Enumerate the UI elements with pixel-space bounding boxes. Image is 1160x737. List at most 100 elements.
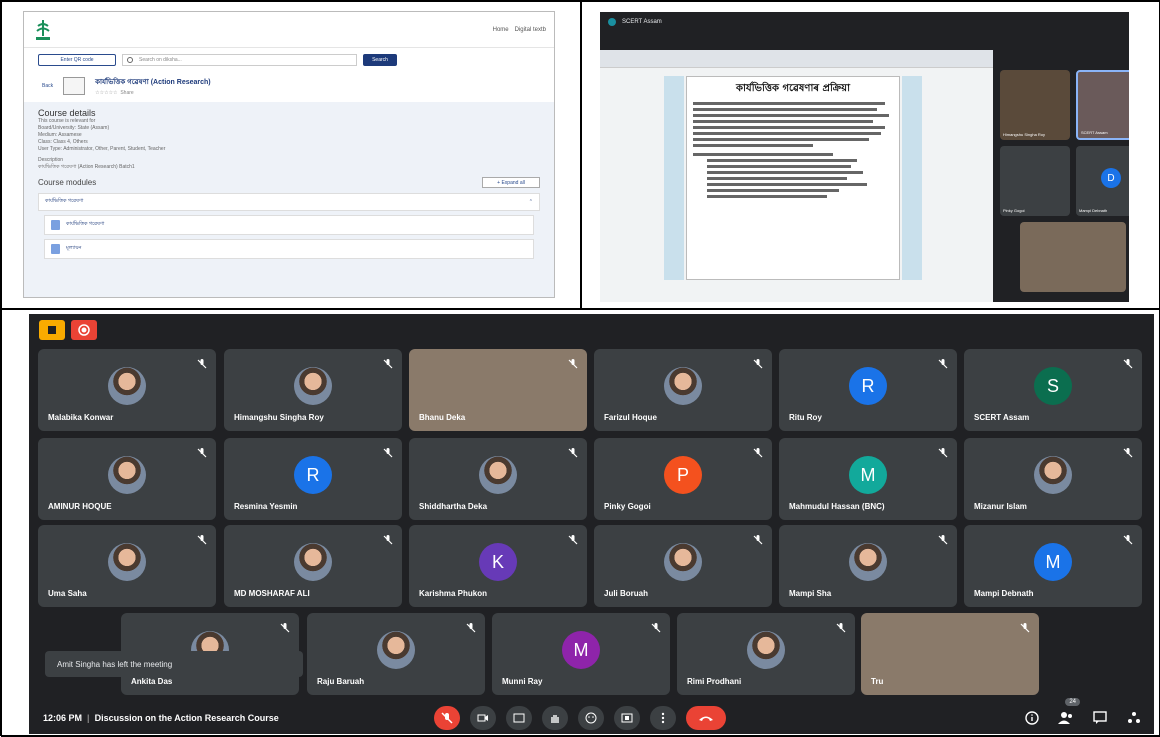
mic-muted-icon: [650, 621, 662, 633]
search-input[interactable]: Search on diksha...: [122, 54, 357, 66]
leave-call-button[interactable]: [686, 706, 726, 730]
captions-icon: [513, 713, 525, 723]
participant-tile[interactable]: S SCERT Assam: [964, 349, 1142, 431]
participant-tile[interactable]: Uma Saha: [38, 525, 216, 607]
participant-name: Mizanur Islam: [974, 502, 1027, 511]
avatar-initial: M: [1034, 543, 1072, 581]
class-text: Class: Class 4, Others: [38, 139, 88, 145]
more-options-button[interactable]: [650, 706, 676, 730]
hang-up-icon: [699, 716, 713, 721]
modules-header: Course modules + Expand all: [38, 177, 540, 188]
mic-muted-icon: [752, 446, 764, 458]
course-details: Course details This course is relevant f…: [24, 102, 554, 297]
activities-button[interactable]: [1124, 708, 1144, 728]
participant-tile: SCERT Assam: [1076, 70, 1129, 140]
module-label: কাৰ্যভিত্তিক গৱেষণা: [66, 221, 105, 227]
diksha-logo-icon[interactable]: [32, 18, 54, 42]
top-indicators: [39, 320, 97, 340]
participant-tile[interactable]: Mizanur Islam: [964, 438, 1142, 520]
activities-icon: [1128, 712, 1140, 723]
info-button[interactable]: [1022, 708, 1042, 728]
captions-button[interactable]: [506, 706, 532, 730]
camera-button[interactable]: [470, 706, 496, 730]
participant-tile[interactable]: Bhanu Deka: [409, 349, 587, 431]
description-label: Description: [38, 157, 64, 163]
participant-tile[interactable]: Farizul Hoque: [594, 349, 772, 431]
avatar: [915, 613, 985, 677]
mic-muted-icon: [1122, 357, 1134, 369]
participant-tile[interactable]: Tru: [861, 613, 1039, 695]
recording-icon[interactable]: [71, 320, 97, 340]
participant-name: Farizul Hoque: [604, 413, 657, 422]
module-accordion[interactable]: কাৰ্যভিত্তিক গৱেষণা ⌃: [38, 193, 540, 211]
meet-grid-window: Malabika Konwar Himangshu Singha Roy Bhanu…: [29, 314, 1154, 734]
participant-tile[interactable]: AMINUR HOQUE: [38, 438, 216, 520]
presenter-icon: [608, 18, 616, 26]
participant-tile[interactable]: Shiddhartha Deka: [409, 438, 587, 520]
document-title: কাৰ্যভিত্তিক গৱেষণাৰ প্ৰক্ৰিয়া: [736, 83, 850, 94]
search-button[interactable]: Search: [363, 54, 397, 66]
accordion-title: কাৰ্যভিত্তিক গৱেষণা: [45, 198, 84, 204]
participant-tile[interactable]: M Mampi Debnath: [964, 525, 1142, 607]
participant-tile[interactable]: MD MOSHARAF ALI: [224, 525, 402, 607]
mic-muted-icon: [279, 621, 291, 633]
participant-tile[interactable]: M Mahmudul Hassan (BNC): [779, 438, 957, 520]
participant-name: Himangshu Singha Roy: [1003, 132, 1046, 137]
mic-muted-icon: [1019, 621, 1031, 633]
back-button[interactable]: Back: [42, 83, 53, 89]
meet-presentation-panel: SCERT Assam কাৰ্যভিত্তিক গৱেষণাৰ প্ৰক্ৰি…: [581, 1, 1160, 309]
meet-header: SCERT Assam: [600, 12, 1129, 32]
participant-name: SCERT Assam: [1081, 130, 1108, 135]
avatar: [377, 631, 415, 669]
shared-document: কাৰ্যভিত্তিক গৱেষণাৰ প্ৰক্ৰিয়া: [686, 76, 900, 280]
emoji-button[interactable]: [578, 706, 604, 730]
participant-name: Mahmudul Hassan (BNC): [789, 502, 885, 511]
expand-all-button[interactable]: + Expand all: [482, 177, 540, 188]
more-vert-icon: [661, 712, 665, 724]
participant-tile[interactable]: Juli Boruah: [594, 525, 772, 607]
participant-tile[interactable]: Rimi Prodhani: [677, 613, 855, 695]
nav-home[interactable]: Home: [493, 27, 509, 33]
chat-button[interactable]: [1090, 708, 1110, 728]
mic-muted-icon: [752, 357, 764, 369]
rating-stars-icon: ☆☆☆☆☆: [95, 90, 118, 96]
mic-muted-icon: [196, 533, 208, 545]
participant-tile[interactable]: M Munni Ray: [492, 613, 670, 695]
side-controls: 24: [1022, 698, 1144, 728]
module-item[interactable]: মূল্যায়ন: [44, 239, 534, 259]
nav-digital-textbooks[interactable]: Digital textb: [515, 27, 546, 33]
avatar: [479, 456, 517, 494]
document-icon: [51, 220, 60, 230]
course-website: Home Digital textb Enter QR code Search …: [23, 11, 555, 298]
participant-name: Raju Baruah: [317, 677, 365, 686]
avatar: [1034, 456, 1072, 494]
participant-tile[interactable]: Malabika Konwar: [38, 349, 216, 431]
mic-off-button[interactable]: [434, 706, 460, 730]
search-placeholder: Search on diksha...: [139, 57, 182, 63]
participant-tile[interactable]: R Ritu Roy: [779, 349, 957, 431]
participant-initial: D: [1101, 168, 1121, 188]
meet-presentation-window: SCERT Assam কাৰ্যভিত্তিক গৱেষণাৰ প্ৰক্ৰি…: [600, 12, 1129, 302]
meeting-time: 12:06 PM: [43, 713, 83, 723]
mic-muted-icon: [382, 533, 394, 545]
meet-grid-panel: Malabika Konwar Himangshu Singha Roy Bhanu…: [1, 309, 1160, 737]
qr-code-button[interactable]: Enter QR code: [38, 54, 116, 66]
participant-tile[interactable]: Mampi Sha: [779, 525, 957, 607]
site-header: Home Digital textb: [24, 12, 554, 48]
share-link[interactable]: Share: [120, 90, 133, 96]
present-button[interactable]: [614, 706, 640, 730]
participant-tile[interactable]: K Karishma Phukon: [409, 525, 587, 607]
participant-tile[interactable]: R Resmina Yesmin: [224, 438, 402, 520]
meeting-controls-bar: 12:06 PM | Discussion on the Action Rese…: [29, 698, 1154, 734]
participant-tile[interactable]: P Pinky Gogoi: [594, 438, 772, 520]
participant-tile[interactable]: Himangshu Singha Roy: [224, 349, 402, 431]
participant-tile: Himangshu Singha Roy: [1000, 70, 1070, 140]
raise-hand-button[interactable]: [542, 706, 568, 730]
avatar: [747, 631, 785, 669]
participant-tile[interactable]: Raju Baruah: [307, 613, 485, 695]
mic-muted-icon: [382, 446, 394, 458]
participant-name: Mampi Debnath: [1079, 208, 1108, 213]
people-button[interactable]: 24: [1056, 698, 1080, 728]
hand-raise-icon[interactable]: [39, 320, 65, 340]
module-item[interactable]: কাৰ্যভিত্তিক গৱেষণা: [44, 215, 534, 235]
